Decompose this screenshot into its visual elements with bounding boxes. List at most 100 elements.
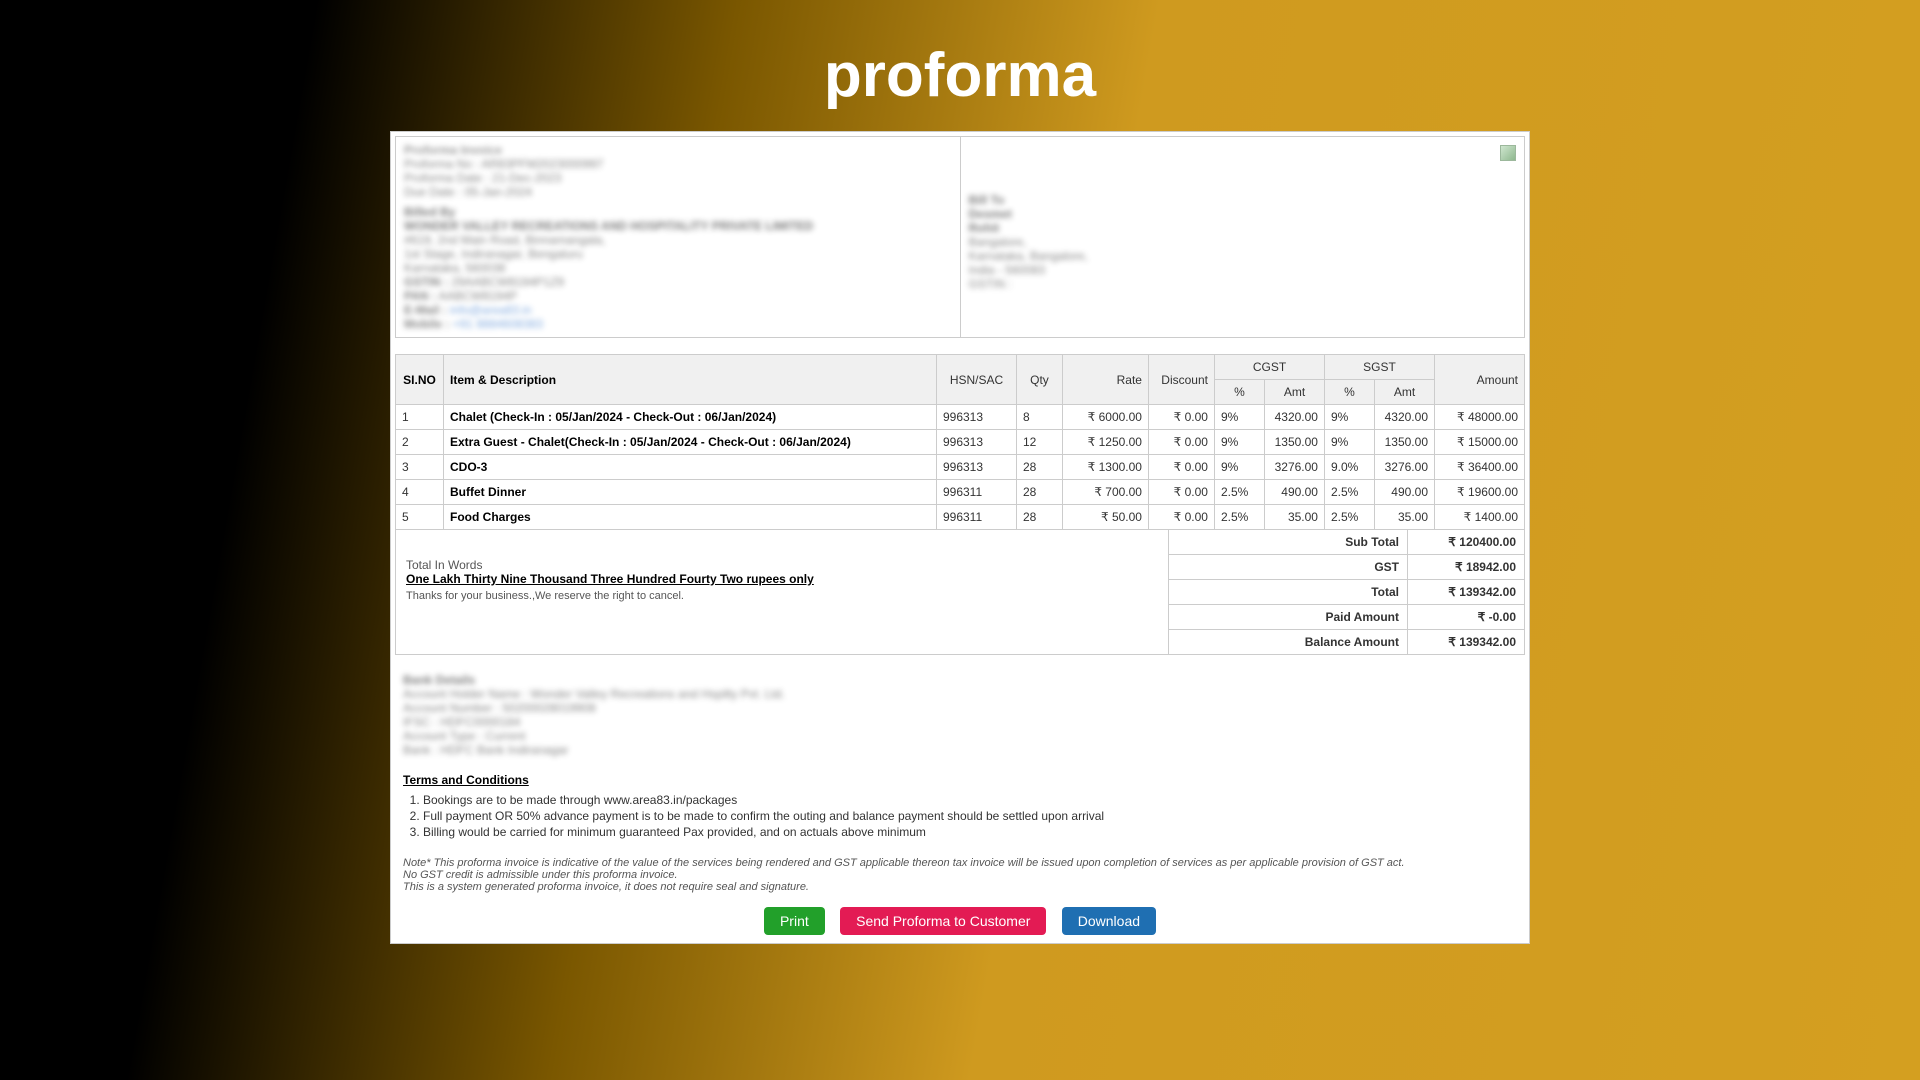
table-row: 3CDO-399631328₹ 1300.00₹ 0.009%3276.009.… (396, 455, 1525, 480)
bank-line1: Account Holder Name : Wonder Valley Recr… (403, 687, 1517, 701)
cell-discount: ₹ 0.00 (1148, 455, 1214, 480)
proforma-date-label: Proforma Date : (404, 171, 489, 185)
cell-qty: 28 (1016, 505, 1062, 530)
pan-label: PAN : (404, 289, 436, 303)
note-block: Note* This proforma invoice is indicativ… (395, 857, 1525, 893)
table-row: 1Chalet (Check-In : 05/Jan/2024 - Check-… (396, 405, 1525, 430)
cell-rate: ₹ 1250.00 (1062, 430, 1148, 455)
bill-to-addr2: Karnataka, Bangalore, (969, 249, 1517, 263)
terms-item: Full payment OR 50% advance payment is t… (423, 809, 1525, 823)
cell-amount: ₹ 48000.00 (1435, 405, 1525, 430)
proforma-invoice-heading: Proforma Invoice (404, 143, 952, 157)
action-bar: Print Send Proforma to Customer Download (395, 907, 1525, 935)
proforma-sheet: Proforma Invoice Proforma No : AR83PFM20… (390, 131, 1530, 944)
cell-sgst-amt: 4320.00 (1374, 405, 1434, 430)
proforma-header-blur: Proforma Invoice Proforma No : AR83PFM20… (404, 143, 952, 199)
cell-cgst-pct: 9% (1214, 430, 1264, 455)
cell-discount: ₹ 0.00 (1148, 430, 1214, 455)
cell-sgst-amt: 1350.00 (1374, 430, 1434, 455)
total-label: Total (1169, 580, 1408, 604)
cell-cgst-amt: 1350.00 (1264, 430, 1324, 455)
cell-desc: Food Charges (444, 505, 937, 530)
due-date-label: Due Date : (404, 185, 461, 199)
proforma-date: 21-Dec-2023 (492, 171, 561, 185)
bank-line5: Bank : HDFC Bank Indiranagar (403, 743, 1517, 757)
sub-total-value: ₹ 120400.00 (1408, 530, 1524, 554)
billed-by-addr2: 1st Stage, Indiranagar, Bengaluru (404, 247, 952, 261)
col-cgst: CGST (1214, 355, 1324, 380)
cell-discount: ₹ 0.00 (1148, 505, 1214, 530)
bank-line4: Account Type : Current (403, 729, 1517, 743)
bill-to-name1: Desmet (969, 207, 1517, 221)
total-in-words-value: One Lakh Thirty Nine Thousand Three Hund… (406, 572, 1158, 586)
cell-cgst-amt: 3276.00 (1264, 455, 1324, 480)
cell-cgst-amt: 490.00 (1264, 480, 1324, 505)
proforma-no-label: Proforma No : (404, 157, 479, 171)
cell-amount: ₹ 19600.00 (1435, 480, 1525, 505)
balance-value: ₹ 139342.00 (1408, 630, 1524, 654)
cell-desc: Extra Guest - Chalet(Check-In : 05/Jan/2… (444, 430, 937, 455)
col-sgst-pct: % (1324, 380, 1374, 405)
table-row: 2Extra Guest - Chalet(Check-In : 05/Jan/… (396, 430, 1525, 455)
terms-item: Bookings are to be made through www.area… (423, 793, 1525, 807)
cell-sgst-pct: 9% (1324, 430, 1374, 455)
cell-amount: ₹ 36400.00 (1435, 455, 1525, 480)
gst-value: ₹ 18942.00 (1408, 555, 1524, 579)
col-sgst: SGST (1324, 355, 1434, 380)
cell-cgst-pct: 2.5% (1214, 480, 1264, 505)
col-amount: Amount (1435, 355, 1525, 405)
totals-block: Total In Words One Lakh Thirty Nine Thou… (395, 530, 1525, 655)
bill-to-gstin: GSTIN : (969, 277, 1517, 291)
billed-by-name: WONDER VALLEY RECREATIONS AND HOSPITALIT… (404, 219, 952, 233)
col-desc: Item & Description (444, 355, 937, 405)
cell-sgst-pct: 2.5% (1324, 480, 1374, 505)
gstin-value: 29AABCW8194P1Z9 (451, 275, 564, 289)
cell-rate: ₹ 50.00 (1062, 505, 1148, 530)
pan-value: AABCW8194P (438, 289, 517, 303)
gst-label: GST (1169, 555, 1408, 579)
cell-sgst-pct: 9.0% (1324, 455, 1374, 480)
total-value: ₹ 139342.00 (1408, 580, 1524, 604)
cell-cgst-pct: 2.5% (1214, 505, 1264, 530)
cell-cgst-pct: 9% (1214, 405, 1264, 430)
col-rate: Rate (1062, 355, 1148, 405)
proforma-no: AR83PFM2023000997 (481, 157, 603, 171)
cell-hsn: 996311 (936, 505, 1016, 530)
cell-sl: 2 (396, 430, 444, 455)
terms-list: Bookings are to be made through www.area… (395, 793, 1525, 839)
send-proforma-button[interactable]: Send Proforma to Customer (840, 907, 1046, 935)
bill-to-label: Bill To (969, 193, 1517, 207)
download-button[interactable]: Download (1062, 907, 1156, 935)
cell-cgst-amt: 4320.00 (1264, 405, 1324, 430)
total-in-words-label: Total In Words (406, 558, 1158, 572)
cell-sl: 4 (396, 480, 444, 505)
cell-sgst-amt: 490.00 (1374, 480, 1434, 505)
cell-rate: ₹ 700.00 (1062, 480, 1148, 505)
mobile-value: +91 8884608383 (453, 317, 543, 331)
paid-label: Paid Amount (1169, 605, 1408, 629)
cell-sgst-amt: 35.00 (1374, 505, 1434, 530)
header-block: Proforma Invoice Proforma No : AR83PFM20… (395, 136, 1525, 338)
billed-by-addr3: Karnataka, 560038 (404, 261, 952, 275)
cell-rate: ₹ 6000.00 (1062, 405, 1148, 430)
cell-desc: Buffet Dinner (444, 480, 937, 505)
table-row: 4Buffet Dinner99631128₹ 700.00₹ 0.002.5%… (396, 480, 1525, 505)
col-sgst-amt: Amt (1374, 380, 1434, 405)
cell-qty: 28 (1016, 480, 1062, 505)
note-line1: Note* This proforma invoice is indicativ… (403, 857, 1517, 869)
gstin-label: GSTIN : (404, 275, 448, 289)
cell-cgst-amt: 35.00 (1264, 505, 1324, 530)
due-date: 05-Jan-2024 (465, 185, 532, 199)
bank-heading: Bank Details (403, 673, 1517, 687)
thanks-text: Thanks for your business.,We reserve the… (406, 590, 1158, 602)
print-button[interactable]: Print (764, 907, 825, 935)
bill-to-addr3: India - 560083 (969, 263, 1517, 277)
paid-value: ₹ -0.00 (1408, 605, 1524, 629)
cell-sgst-pct: 2.5% (1324, 505, 1374, 530)
cell-cgst-pct: 9% (1214, 455, 1264, 480)
cell-sl: 3 (396, 455, 444, 480)
cell-sl: 5 (396, 505, 444, 530)
balance-label: Balance Amount (1169, 630, 1408, 654)
col-slno: SI.NO (396, 355, 444, 405)
terms-item: Billing would be carried for minimum gua… (423, 825, 1525, 839)
